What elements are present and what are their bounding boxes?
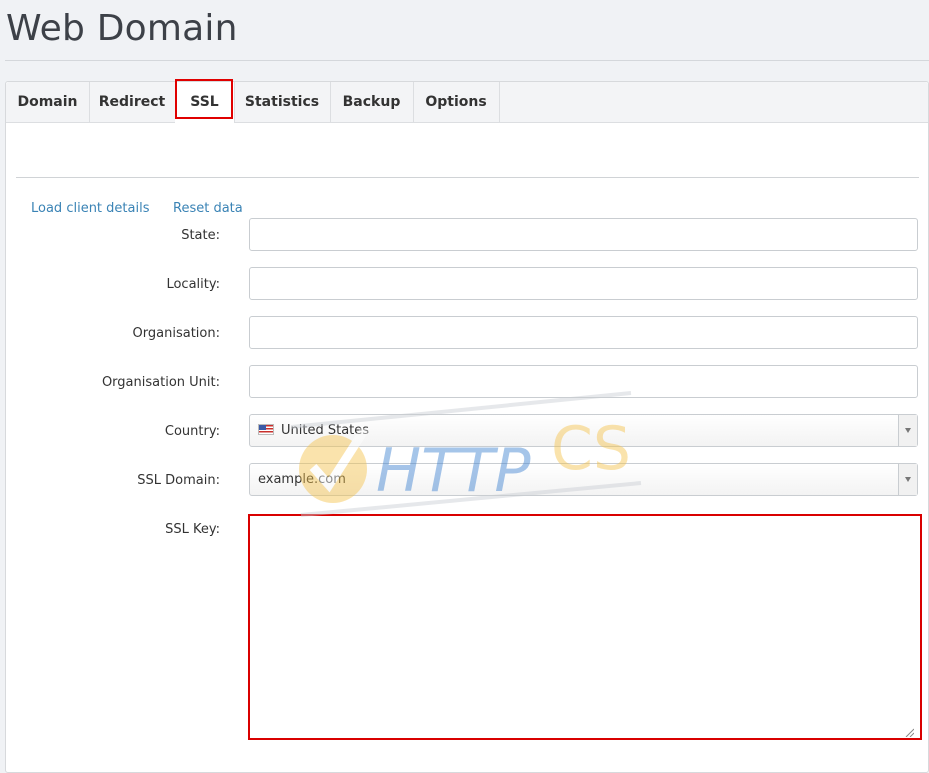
country-value-text: United States <box>281 423 370 438</box>
country-select[interactable]: United States <box>249 414 918 447</box>
ssl-domain-label: SSL Domain: <box>137 473 220 488</box>
locality-input[interactable] <box>249 267 918 300</box>
chevron-down-icon <box>905 428 911 433</box>
ssl-panel: Domain Redirect SSL Statistics Backup Op… <box>5 79 929 773</box>
httpcs-watermark: HTTP CS <box>291 391 642 517</box>
tab-domain[interactable]: Domain <box>6 82 90 122</box>
locality-label: Locality: <box>166 277 220 292</box>
page-title: Web Domain <box>6 8 238 49</box>
organisation-label: Organisation: <box>132 326 220 341</box>
us-flag-icon <box>258 424 274 435</box>
tab-bar: Domain Redirect SSL Statistics Backup Op… <box>6 79 928 123</box>
state-input[interactable] <box>249 218 918 251</box>
load-client-details-link[interactable]: Load client details <box>31 201 149 216</box>
organisation-unit-label: Organisation Unit: <box>101 375 220 390</box>
ssl-domain-select[interactable]: example.com <box>249 463 918 496</box>
ssl-domain-value: example.com <box>258 472 346 487</box>
ssl-domain-dropdown-arrow[interactable] <box>898 464 917 495</box>
tab-statistics[interactable]: Statistics <box>234 82 331 122</box>
reset-data-link[interactable]: Reset data <box>173 201 243 216</box>
state-label: State: <box>181 228 220 243</box>
title-divider <box>5 60 929 61</box>
chevron-down-icon <box>905 477 911 482</box>
country-dropdown-arrow[interactable] <box>898 415 917 446</box>
resize-grip-icon[interactable] <box>904 727 914 737</box>
organisation-unit-input[interactable] <box>249 365 918 398</box>
organisation-input[interactable] <box>249 316 918 349</box>
section-divider <box>16 177 919 178</box>
ssl-key-label: SSL Key: <box>165 522 220 537</box>
country-label: Country: <box>164 424 220 439</box>
tab-backup[interactable]: Backup <box>330 82 414 122</box>
ssl-key-textarea[interactable] <box>248 514 922 740</box>
tab-ssl[interactable]: SSL <box>175 82 235 123</box>
tab-redirect[interactable]: Redirect <box>89 82 176 122</box>
country-value: United States <box>258 415 369 446</box>
tab-options[interactable]: Options <box>413 82 500 122</box>
